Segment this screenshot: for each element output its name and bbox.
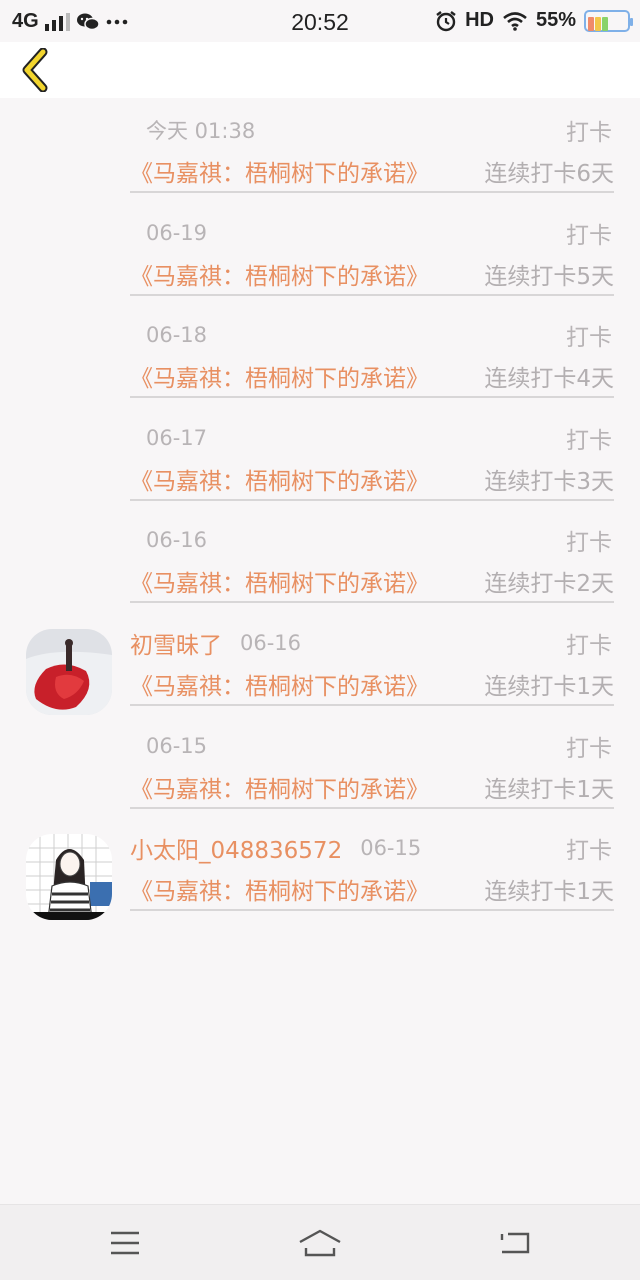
item-meta: 06-15 打卡 — [130, 728, 612, 764]
item-time: 06-15 — [360, 836, 422, 861]
item-meta: 06-16 打卡 — [130, 522, 612, 558]
divider — [130, 703, 614, 706]
list-item[interactable]: 06-19 打卡 《马嘉祺：梧桐树下的承诺》 连续打卡5天 — [0, 201, 640, 304]
avatar[interactable] — [26, 834, 112, 921]
list-item[interactable]: 初雪昧了 06-16 打卡 《马嘉祺：梧桐树下的承诺》 连续打卡1天 — [0, 611, 640, 715]
streak-text: 连续打卡1天 — [484, 673, 614, 700]
back-icon — [500, 1232, 530, 1254]
username-link[interactable]: 小太阳_048836572 — [130, 831, 342, 865]
item-meta: 小太阳_048836572 06-15 打卡 — [130, 830, 612, 866]
item-content: 《马嘉祺：梧桐树下的承诺》 连续打卡3天 — [130, 460, 614, 498]
list-item[interactable]: 06-18 打卡 《马嘉祺：梧桐树下的承诺》 连续打卡4天 — [0, 303, 640, 406]
divider — [130, 806, 614, 809]
divider — [130, 191, 614, 193]
streak-text: 连续打卡1天 — [484, 776, 614, 803]
list-item[interactable]: 06-16 打卡 《马嘉祺：梧桐树下的承诺》 连续打卡2天 — [0, 508, 640, 611]
item-content: 《马嘉祺：梧桐树下的承诺》 连续打卡6天 — [130, 152, 614, 190]
status-right: HD 55% — [435, 9, 633, 32]
book-title-link[interactable]: 《马嘉祺：梧桐树下的承诺》 — [130, 257, 429, 291]
battery-icon — [584, 9, 633, 32]
book-title-link[interactable]: 《马嘉祺：梧桐树下的承诺》 — [130, 872, 429, 906]
streak-text: 连续打卡1天 — [484, 879, 614, 906]
avatar[interactable] — [26, 628, 112, 715]
item-meta: 06-18 打卡 — [130, 317, 612, 353]
avatar-image — [26, 834, 112, 921]
book-title-link[interactable]: 《马嘉祺：梧桐树下的承诺》 — [130, 462, 429, 496]
system-nav-bar — [0, 1204, 640, 1280]
checkin-tag: 打卡 — [566, 530, 612, 557]
streak-text: 连续打卡6天 — [484, 161, 614, 187]
checkin-tag: 打卡 — [566, 632, 612, 659]
checkin-tag: 打卡 — [566, 222, 612, 249]
header-bar — [0, 42, 640, 98]
checkin-tag: 打卡 — [566, 427, 612, 454]
back-button[interactable] — [12, 48, 56, 92]
item-time: 06-17 — [146, 425, 208, 450]
item-time: 06-15 — [146, 733, 208, 758]
item-meta: 06-19 打卡 — [130, 215, 612, 251]
checkin-tag: 打卡 — [566, 120, 612, 146]
streak-text: 连续打卡3天 — [484, 468, 614, 495]
divider — [130, 293, 614, 296]
book-title-link[interactable]: 《马嘉祺：梧桐树下的承诺》 — [130, 359, 429, 393]
checkin-tag: 打卡 — [566, 735, 612, 762]
item-meta: 初雪昧了 06-16 打卡 — [130, 625, 612, 661]
hd-label: HD — [465, 9, 494, 31]
back-nav-button[interactable] — [490, 1223, 540, 1263]
item-time: 06-16 — [146, 528, 208, 553]
status-bar: 4G 20:52 HD 55% — [0, 0, 640, 42]
checkin-tag: 打卡 — [566, 325, 612, 352]
book-title-link[interactable]: 《马嘉祺：梧桐树下的承诺》 — [130, 154, 429, 188]
chevron-left-icon — [22, 48, 48, 92]
item-content: 《马嘉祺：梧桐树下的承诺》 连续打卡1天 — [130, 870, 614, 908]
menu-icon — [111, 1231, 139, 1255]
streak-text: 连续打卡2天 — [484, 571, 614, 598]
avatar-image — [26, 628, 112, 715]
divider — [130, 396, 614, 399]
list-item[interactable]: 小太阳_048836572 06-15 打卡 《马嘉祺：梧桐树下的承诺》 连续打… — [0, 816, 640, 921]
divider — [130, 909, 614, 912]
book-title-link[interactable]: 《马嘉祺：梧桐树下的承诺》 — [130, 564, 429, 598]
divider — [130, 601, 614, 604]
checkin-tag: 打卡 — [566, 838, 612, 865]
item-content: 《马嘉祺：梧桐树下的承诺》 连续打卡4天 — [130, 357, 614, 395]
item-time: 06-16 — [240, 630, 302, 655]
list-item[interactable]: 06-17 打卡 《马嘉祺：梧桐树下的承诺》 连续打卡3天 — [0, 406, 640, 509]
item-time: 今天 01:38 — [146, 119, 256, 143]
item-meta: 06-17 打卡 — [130, 420, 612, 456]
item-content: 《马嘉祺：梧桐树下的承诺》 连续打卡2天 — [130, 562, 614, 600]
divider — [130, 498, 614, 501]
item-content: 《马嘉祺：梧桐树下的承诺》 连续打卡1天 — [130, 768, 614, 806]
book-title-link[interactable]: 《马嘉祺：梧桐树下的承诺》 — [130, 770, 429, 804]
home-button[interactable] — [295, 1223, 345, 1263]
item-meta: 今天 01:38 打卡 — [130, 112, 612, 148]
item-content: 《马嘉祺：梧桐树下的承诺》 连续打卡1天 — [130, 665, 614, 703]
book-title-link[interactable]: 《马嘉祺：梧桐树下的承诺》 — [130, 667, 429, 701]
checkin-feed: 今天 01:38 打卡 《马嘉祺：梧桐树下的承诺》 连续打卡6天 06-19 打… — [0, 98, 640, 921]
wifi-icon — [503, 11, 527, 31]
alarm-icon — [436, 10, 456, 31]
username-link[interactable]: 初雪昧了 — [130, 626, 222, 660]
item-time: 06-19 — [146, 220, 208, 245]
list-item[interactable]: 今天 01:38 打卡 《马嘉祺：梧桐树下的承诺》 连续打卡6天 — [0, 98, 640, 201]
menu-button[interactable] — [100, 1223, 150, 1263]
streak-text: 连续打卡5天 — [484, 263, 614, 290]
item-time: 06-18 — [146, 323, 208, 348]
item-content: 《马嘉祺：梧桐树下的承诺》 连续打卡5天 — [130, 255, 614, 293]
home-icon — [299, 1229, 341, 1257]
list-item[interactable]: 06-15 打卡 《马嘉祺：梧桐树下的承诺》 连续打卡1天 — [0, 714, 640, 817]
streak-text: 连续打卡4天 — [484, 366, 614, 393]
battery-percent: 55% — [535, 9, 576, 31]
